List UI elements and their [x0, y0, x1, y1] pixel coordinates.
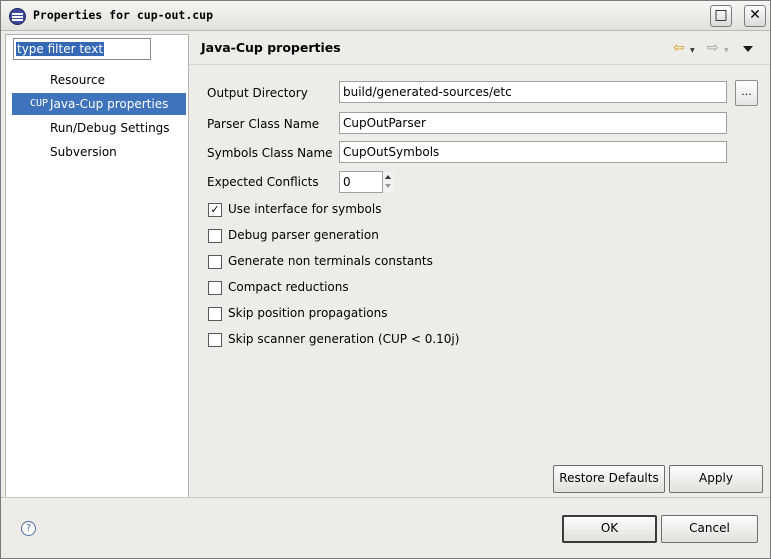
sidebar-item-java-cup-properties[interactable]: CUP Java-Cup properties — [12, 93, 186, 115]
sidebar: type filter text Resource CUP Java-Cup p… — [5, 34, 189, 498]
filter-input[interactable]: type filter text — [13, 38, 151, 60]
property-page: Java-Cup properties ⇦ ▼ ⇨ ▼ Output Direc… — [189, 34, 770, 496]
cancel-button[interactable]: Cancel — [661, 515, 758, 543]
page-header: Java-Cup properties ⇦ ▼ ⇨ ▼ — [189, 34, 770, 65]
apply-button[interactable]: Apply — [669, 465, 763, 493]
checkbox-icon[interactable] — [208, 307, 222, 321]
checkbox-icon[interactable] — [208, 333, 222, 347]
forward-dropdown-icon[interactable]: ▼ — [724, 47, 729, 54]
browse-button[interactable]: ... — [735, 80, 758, 106]
dialog-footer: ? OK Cancel — [1, 497, 770, 559]
checkbox-label: Skip position propagations — [228, 306, 388, 320]
eclipse-icon — [9, 8, 26, 25]
cup-icon: CUP — [30, 98, 49, 109]
maximize-button[interactable]: □ — [710, 5, 732, 27]
parser-class-value: CupOutParser — [343, 116, 426, 130]
symbols-class-label: Symbols Class Name — [207, 146, 333, 160]
window-title: Properties for cup-out.cup — [33, 8, 214, 22]
sidebar-item-label: Run/Debug Settings — [50, 121, 170, 135]
checkbox-label: Generate non terminals constants — [228, 254, 433, 268]
checkbox-checked-icon[interactable]: ✓ — [208, 203, 222, 217]
close-button[interactable]: ✕ — [744, 5, 766, 27]
forward-arrow-icon[interactable]: ⇨ — [707, 40, 719, 56]
back-arrow-icon[interactable]: ⇦ — [673, 40, 685, 56]
output-directory-value: build/generated-sources/etc — [343, 85, 512, 99]
checkbox-icon[interactable] — [208, 281, 222, 295]
restore-defaults-button[interactable]: Restore Defaults — [553, 465, 665, 493]
page-title: Java-Cup properties — [201, 40, 341, 55]
spinner-down-icon[interactable] — [385, 184, 391, 188]
sidebar-item-label: Subversion — [50, 145, 117, 159]
help-icon[interactable]: ? — [21, 521, 36, 536]
expected-conflicts-label: Expected Conflicts — [207, 175, 319, 189]
expected-conflicts-value: 0 — [343, 175, 351, 189]
view-menu-icon[interactable] — [743, 46, 753, 52]
back-dropdown-icon[interactable]: ▼ — [690, 47, 695, 54]
parser-class-field[interactable]: CupOutParser — [339, 112, 727, 134]
parser-class-label: Parser Class Name — [207, 117, 320, 131]
checkbox-icon[interactable] — [208, 229, 222, 243]
ok-button[interactable]: OK — [562, 515, 657, 543]
symbols-class-field[interactable]: CupOutSymbols — [339, 141, 727, 163]
checkbox-icon[interactable] — [208, 255, 222, 269]
output-directory-label: Output Directory — [207, 86, 308, 100]
output-directory-field[interactable]: build/generated-sources/etc — [339, 81, 727, 103]
expected-conflicts-spinner[interactable]: 0 — [339, 171, 394, 193]
symbols-class-value: CupOutSymbols — [343, 145, 440, 159]
checkbox-label: Debug parser generation — [228, 228, 379, 242]
checkbox-label: Skip scanner generation (CUP < 0.10j) — [228, 332, 460, 346]
title-bar: Properties for cup-out.cup □ ✕ — [1, 1, 770, 31]
spinner-arrows[interactable] — [382, 172, 394, 192]
spinner-up-icon[interactable] — [385, 175, 391, 179]
checkbox-label: Compact reductions — [228, 280, 349, 294]
filter-placeholder: type filter text — [16, 42, 105, 56]
checkbox-label: Use interface for symbols — [228, 202, 382, 216]
properties-dialog: Properties for cup-out.cup □ ✕ type filt… — [0, 0, 771, 559]
sidebar-item-label: Java-Cup properties — [50, 97, 169, 111]
sidebar-item-label: Resource — [50, 73, 106, 87]
